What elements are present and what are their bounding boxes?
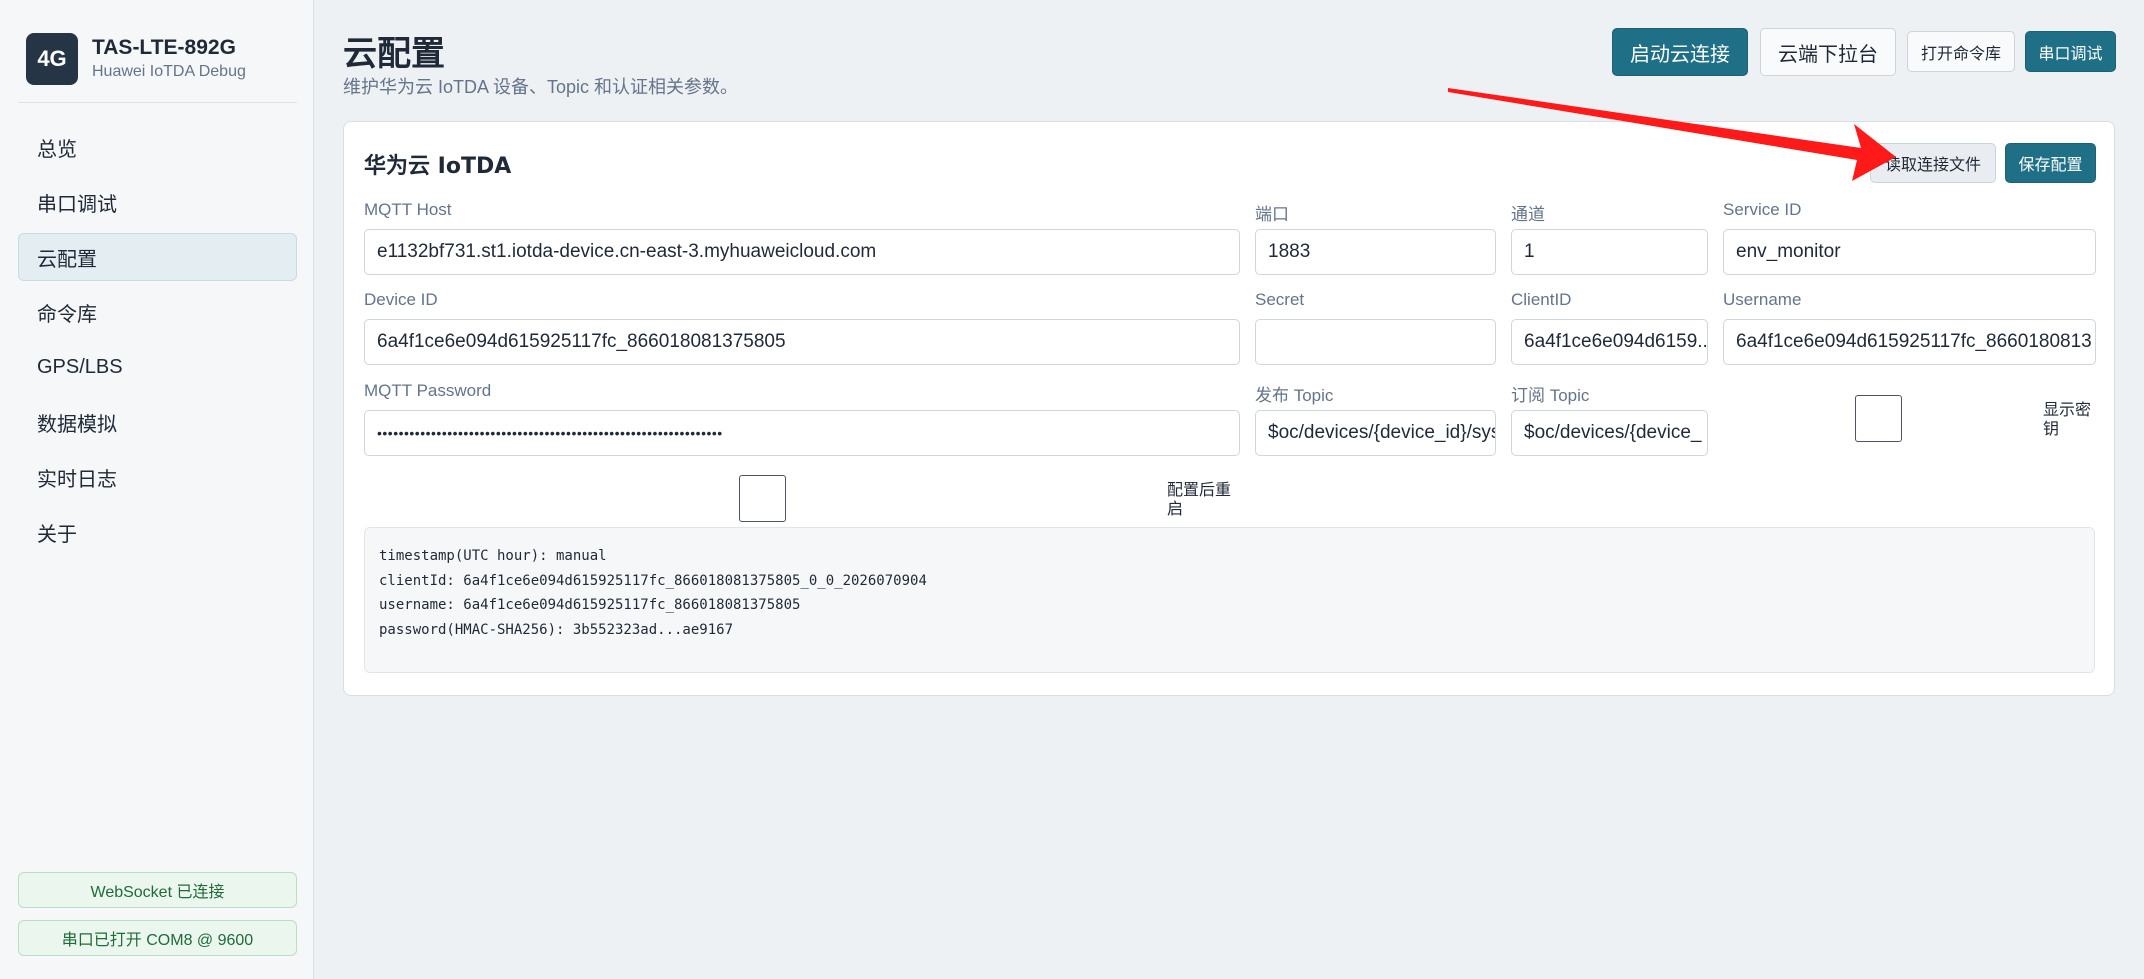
show-secret-checkbox[interactable] [1855,395,1902,442]
device-id-input[interactable]: 6a4f1ce6e094d615925117fc_866018081375805 [364,319,1240,365]
mqtt-host-label: MQTT Host [364,200,452,219]
read-connection-file-button[interactable]: 读取连接文件 [1870,143,1996,183]
show-secret-label: 显示密钥 [2043,400,2092,438]
sidebar-item-data-simulation[interactable]: 数据模拟 [18,398,297,446]
service-id-label: Service ID [1723,200,1802,219]
secret-label: Secret [1255,290,1305,309]
sidebar-item-command-library[interactable]: 命令库 [18,288,297,336]
client-id-input[interactable]: 6a4f1ce6e094d6159... [1511,319,1708,365]
channel-label: 通道 [1511,205,1545,224]
sidebar-divider [18,102,297,103]
preview-line-password: password(HMAC-SHA256): 3b552323ad...ae91… [379,621,734,638]
device-id-label: Device ID [364,290,438,309]
publish-topic-input[interactable]: $oc/devices/{device_id}/sys [1255,410,1496,456]
username-label: Username [1723,290,1802,309]
iotda-config-card: 华为云 IoTDA 读取连接文件 保存配置 MQTT Host e1132bf7… [343,121,2115,696]
card-title: 华为云 IoTDA [364,154,512,179]
service-id-input[interactable]: env_monitor [1723,229,2096,275]
open-command-library-button[interactable]: 打开命令库 [1907,31,2015,72]
start-cloud-button[interactable]: 启动云连接 [1612,28,1748,76]
sidebar-item-overview[interactable]: 总览 [18,123,297,171]
client-id-label: ClientID [1511,290,1572,309]
mqtt-password-input[interactable]: ••••••••••••••••••••••••••••••••••••••••… [364,410,1240,456]
publish-topic-label: 发布 Topic [1255,386,1334,405]
sidebar-nav: 总览 串口调试 云配置 命令库 GPS/LBS 数据模拟 实时日志 关于 [18,123,297,563]
port-label: 端口 [1255,205,1289,224]
mqtt-host-input[interactable]: e1132bf731.st1.iotda-device.cn-east-3.my… [364,229,1240,275]
sidebar-item-serial-debug[interactable]: 串口调试 [18,178,297,226]
page-subtitle: 维护华为云 IoTDA 设备、Topic 和认证相关参数。 [343,77,739,97]
save-config-button[interactable]: 保存配置 [2005,143,2096,183]
mqtt-password-label: MQTT Password [364,381,492,400]
restart-after-config-checkbox[interactable] [739,475,786,522]
page-title: 云配置 [343,35,445,73]
brand-logo: 4G [26,33,78,85]
cloud-dropdown-button[interactable]: 云端下拉台 [1760,28,1896,76]
auth-preview-panel: timestamp(UTC hour): manual clientId: 6a… [364,527,2095,673]
sidebar-item-gps-lbs[interactable]: GPS/LBS [18,343,297,391]
preview-line-client-id: clientId: 6a4f1ce6e094d615925117fc_86601… [379,572,927,589]
secret-input[interactable] [1255,319,1496,365]
sidebar-item-about[interactable]: 关于 [18,508,297,556]
sidebar: 4G TAS-LTE-892G Huawei IoTDA Debug 总览 串口… [0,0,314,979]
preview-line-timestamp: timestamp(UTC hour): manual [379,548,607,564]
restart-after-config-label: 配置后重启 [1167,480,1232,518]
subscribe-topic-input[interactable]: $oc/devices/{device_ [1511,410,1708,456]
sidebar-item-realtime-log[interactable]: 实时日志 [18,453,297,501]
sidebar-item-cloud-config[interactable]: 云配置 [18,233,297,281]
websocket-status-badge: WebSocket 已连接 [18,872,297,908]
brand-subtitle: Huawei IoTDA Debug [92,63,246,80]
preview-line-username: username: 6a4f1ce6e094d615925117fc_86601… [379,597,801,613]
serial-debug-button[interactable]: 串口调试 [2025,31,2116,72]
serial-status-badge: 串口已打开 COM8 @ 9600 [18,920,297,956]
channel-input[interactable]: 1 [1511,229,1708,275]
port-input[interactable]: 1883 [1255,229,1496,275]
username-input[interactable]: 6a4f1ce6e094d615925117fc_8660180813 [1723,319,2096,365]
brand: 4G TAS-LTE-892G Huawei IoTDA Debug [26,33,297,103]
brand-title: TAS-LTE-892G [92,36,236,59]
subscribe-topic-label: 订阅 Topic [1511,386,1590,405]
